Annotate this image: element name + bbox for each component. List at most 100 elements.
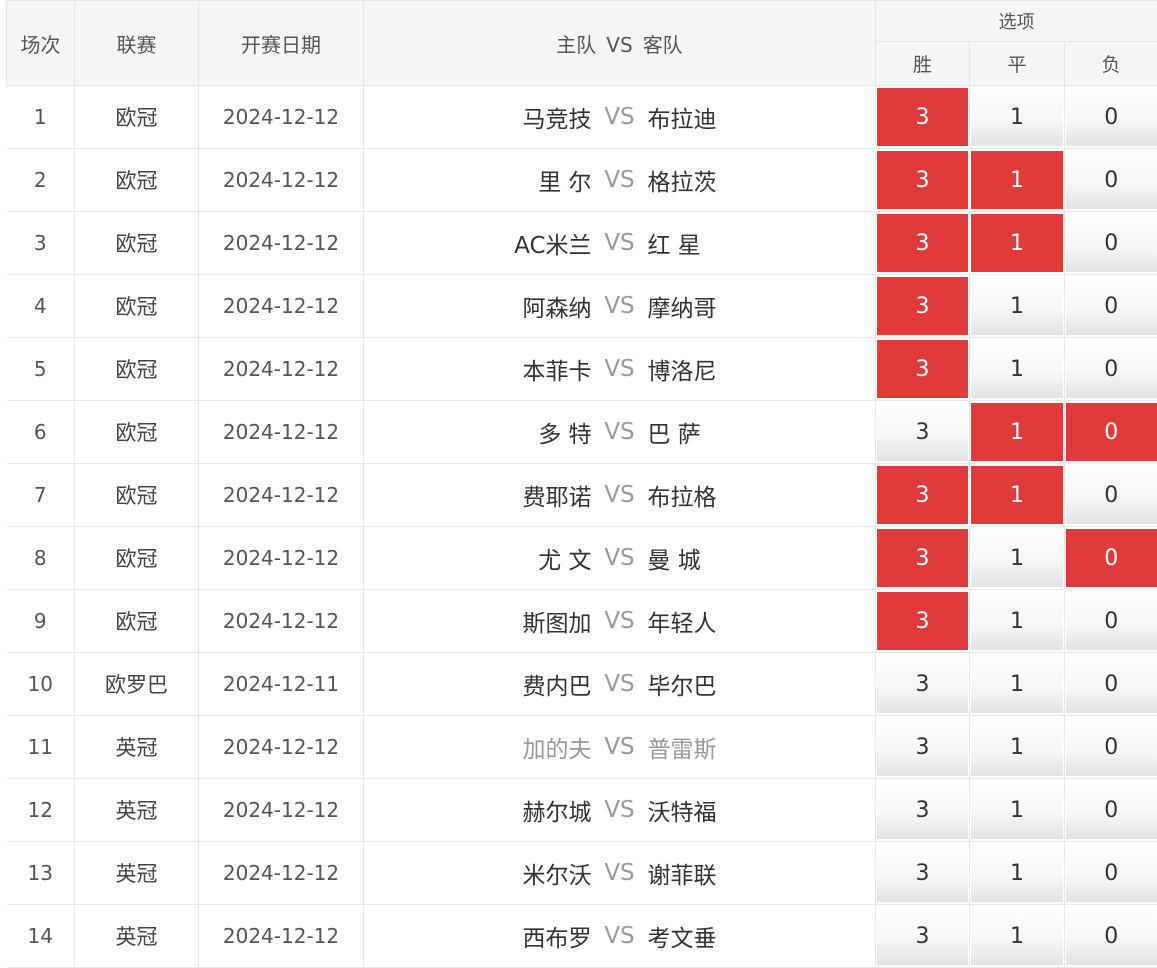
option-win-button[interactable]: 3	[877, 781, 968, 839]
match-date: 2024-12-12	[199, 275, 364, 338]
option-lose-button[interactable]: 0	[1066, 466, 1157, 524]
league-name: 欧冠	[75, 590, 199, 653]
league-name: 英冠	[75, 842, 199, 905]
match-date: 2024-12-12	[199, 338, 364, 401]
option-lose-button[interactable]: 0	[1066, 88, 1157, 146]
option-win-button[interactable]: 3	[877, 529, 968, 587]
option-draw-button[interactable]: 1	[971, 844, 1063, 902]
option-win-button[interactable]: 3	[877, 403, 968, 461]
table-row: 6欧冠2024-12-12多 特VS巴 萨310	[7, 401, 1157, 464]
match-date: 2024-12-12	[199, 779, 364, 842]
match-date: 2024-12-11	[199, 653, 364, 716]
option-lose-cell: 0	[1065, 653, 1157, 716]
option-win-button[interactable]: 3	[877, 277, 968, 335]
option-draw-button[interactable]: 1	[971, 718, 1063, 776]
option-draw-button[interactable]: 1	[971, 340, 1063, 398]
home-team: 多 特	[392, 415, 592, 449]
option-win-cell: 3	[876, 464, 970, 527]
table-row: 8欧冠2024-12-12尤 文VS曼 城310	[7, 527, 1157, 590]
option-lose-button[interactable]: 0	[1066, 277, 1157, 335]
match-teams-row: 马竞技VS布拉迪	[364, 100, 875, 134]
option-lose-button[interactable]: 0	[1066, 844, 1157, 902]
option-draw-button[interactable]: 1	[971, 781, 1063, 839]
option-win-cell: 3	[876, 527, 970, 590]
option-lose-button[interactable]: 0	[1066, 718, 1157, 776]
header-lose: 负	[1065, 42, 1157, 86]
option-win-button[interactable]: 3	[877, 151, 968, 209]
option-draw-button[interactable]: 1	[971, 277, 1063, 335]
option-win-cell: 3	[876, 590, 970, 653]
option-win-cell: 3	[876, 86, 970, 149]
option-lose-button[interactable]: 0	[1066, 592, 1157, 650]
option-lose-button[interactable]: 0	[1066, 214, 1157, 272]
option-lose-button[interactable]: 0	[1066, 340, 1157, 398]
option-draw-button[interactable]: 1	[971, 592, 1063, 650]
option-draw-button[interactable]: 1	[971, 529, 1063, 587]
away-team: 普雷斯	[648, 730, 848, 764]
option-draw-cell: 1	[970, 338, 1065, 401]
option-lose-button[interactable]: 0	[1066, 529, 1157, 587]
option-lose-cell: 0	[1065, 401, 1157, 464]
match-date: 2024-12-12	[199, 842, 364, 905]
league-name: 英冠	[75, 779, 199, 842]
option-win-cell: 3	[876, 653, 970, 716]
match-date: 2024-12-12	[199, 149, 364, 212]
option-win-button[interactable]: 3	[877, 466, 968, 524]
option-lose-button[interactable]: 0	[1066, 907, 1157, 965]
away-team: 曼 城	[648, 541, 848, 575]
option-lose-button[interactable]: 0	[1066, 403, 1157, 461]
match-number: 2	[7, 149, 75, 212]
home-team: 费内巴	[392, 667, 592, 701]
option-draw-button[interactable]: 1	[971, 403, 1063, 461]
header-league: 联赛	[75, 1, 199, 86]
option-draw-button[interactable]: 1	[971, 655, 1063, 713]
option-draw-button[interactable]: 1	[971, 907, 1063, 965]
option-win-cell: 3	[876, 212, 970, 275]
match-teams: 米尔沃VS谢菲联	[364, 842, 876, 905]
option-lose-cell: 0	[1065, 149, 1157, 212]
table-body: 1欧冠2024-12-12马竞技VS布拉迪3102欧冠2024-12-12里 尔…	[7, 86, 1157, 968]
option-draw-cell: 1	[970, 590, 1065, 653]
league-name: 欧冠	[75, 149, 199, 212]
option-draw-cell: 1	[970, 401, 1065, 464]
match-teams: 斯图加VS年轻人	[364, 590, 876, 653]
option-win-button[interactable]: 3	[877, 592, 968, 650]
option-win-button[interactable]: 3	[877, 655, 968, 713]
option-win-button[interactable]: 3	[877, 88, 968, 146]
home-team: 加的夫	[392, 730, 592, 764]
option-lose-button[interactable]: 0	[1066, 655, 1157, 713]
match-number: 7	[7, 464, 75, 527]
vs-label: VS	[592, 167, 648, 193]
away-team: 毕尔巴	[648, 667, 848, 701]
match-teams-row: 米尔沃VS谢菲联	[364, 856, 875, 890]
option-win-button[interactable]: 3	[877, 907, 968, 965]
option-draw-button[interactable]: 1	[971, 151, 1063, 209]
league-name: 欧冠	[75, 527, 199, 590]
league-name: 欧冠	[75, 338, 199, 401]
away-team: 考文垂	[648, 919, 848, 953]
option-draw-cell: 1	[970, 653, 1065, 716]
option-win-button[interactable]: 3	[877, 340, 968, 398]
option-win-button[interactable]: 3	[877, 718, 968, 776]
league-name: 欧冠	[75, 86, 199, 149]
away-team: 摩纳哥	[648, 289, 848, 323]
away-team: 博洛尼	[648, 352, 848, 386]
option-lose-cell: 0	[1065, 275, 1157, 338]
option-lose-button[interactable]: 0	[1066, 151, 1157, 209]
option-lose-button[interactable]: 0	[1066, 781, 1157, 839]
option-draw-cell: 1	[970, 464, 1065, 527]
option-draw-button[interactable]: 1	[971, 214, 1063, 272]
option-lose-cell: 0	[1065, 212, 1157, 275]
option-win-button[interactable]: 3	[877, 214, 968, 272]
vs-label: VS	[592, 545, 648, 571]
vs-label: VS	[592, 860, 648, 886]
match-teams-row: 费耶诺VS布拉格	[364, 478, 875, 512]
option-win-button[interactable]: 3	[877, 844, 968, 902]
league-name: 欧冠	[75, 275, 199, 338]
option-draw-button[interactable]: 1	[971, 466, 1063, 524]
match-selection-page: 场次 联赛 开赛日期 主队VS客队 选项 胜 平 负 1欧冠2024-12-12…	[0, 0, 1157, 939]
option-draw-cell: 1	[970, 275, 1065, 338]
header-away: 客队	[643, 33, 683, 57]
match-teams-row: 斯图加VS年轻人	[364, 604, 875, 638]
option-draw-button[interactable]: 1	[971, 88, 1063, 146]
